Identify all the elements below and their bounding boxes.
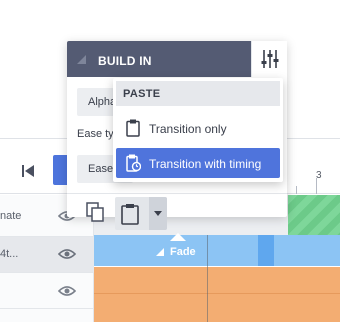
row-divider xyxy=(0,272,94,273)
copy-icon[interactable] xyxy=(86,202,104,222)
row-divider xyxy=(94,293,340,294)
playhead[interactable] xyxy=(207,235,208,322)
settings-button[interactable] xyxy=(251,41,287,77)
ruler-label: 3 xyxy=(316,170,322,181)
panel-divider xyxy=(67,193,287,194)
eye-icon[interactable] xyxy=(58,248,76,260)
fade-triangle-icon xyxy=(156,248,164,256)
clipboard-icon xyxy=(126,119,140,137)
panel-title: BUILD IN xyxy=(98,54,152,68)
menu-item-label: Transition only xyxy=(149,122,227,136)
caret-down-icon xyxy=(154,211,162,216)
paste-button[interactable] xyxy=(115,197,167,230)
menu-item-transition-with-timing[interactable]: Transition with timing xyxy=(116,148,280,178)
fade-label: Fade xyxy=(170,246,196,258)
alpha-value: Alpha xyxy=(88,96,117,108)
skip-back-icon[interactable] xyxy=(20,163,36,179)
menu-item-label: Transition with timing xyxy=(149,157,262,171)
track-fade-clip[interactable] xyxy=(94,235,340,266)
paste-menu-title: PASTE xyxy=(123,88,161,100)
ruler-tick xyxy=(296,186,297,194)
eye-icon[interactable] xyxy=(58,285,76,297)
clipboard-clock-icon xyxy=(126,154,141,172)
ease-type-label: Ease ty xyxy=(77,128,114,140)
layer-name[interactable]: nate xyxy=(0,210,21,222)
popover-arrow xyxy=(170,233,186,241)
row-divider xyxy=(0,308,94,309)
panel-header: BUILD IN xyxy=(67,41,287,77)
paste-menu-header: PASTE xyxy=(116,81,280,106)
track-green-clip[interactable] xyxy=(288,195,340,235)
ease-value: Ease xyxy=(88,163,114,175)
layer-name[interactable]: 4t... xyxy=(0,248,18,260)
track-orange-clip[interactable] xyxy=(94,267,340,322)
row-divider xyxy=(0,236,94,237)
clipboard-icon xyxy=(121,204,139,225)
track-clip-marker xyxy=(258,235,274,266)
menu-item-transition-only[interactable]: Transition only xyxy=(116,113,280,143)
collapse-triangle-icon[interactable] xyxy=(77,55,86,64)
paste-dropdown-button[interactable] xyxy=(149,197,167,230)
sliders-icon xyxy=(261,50,279,68)
paste-menu: PASTE Transition only Transition with ti… xyxy=(113,78,283,182)
